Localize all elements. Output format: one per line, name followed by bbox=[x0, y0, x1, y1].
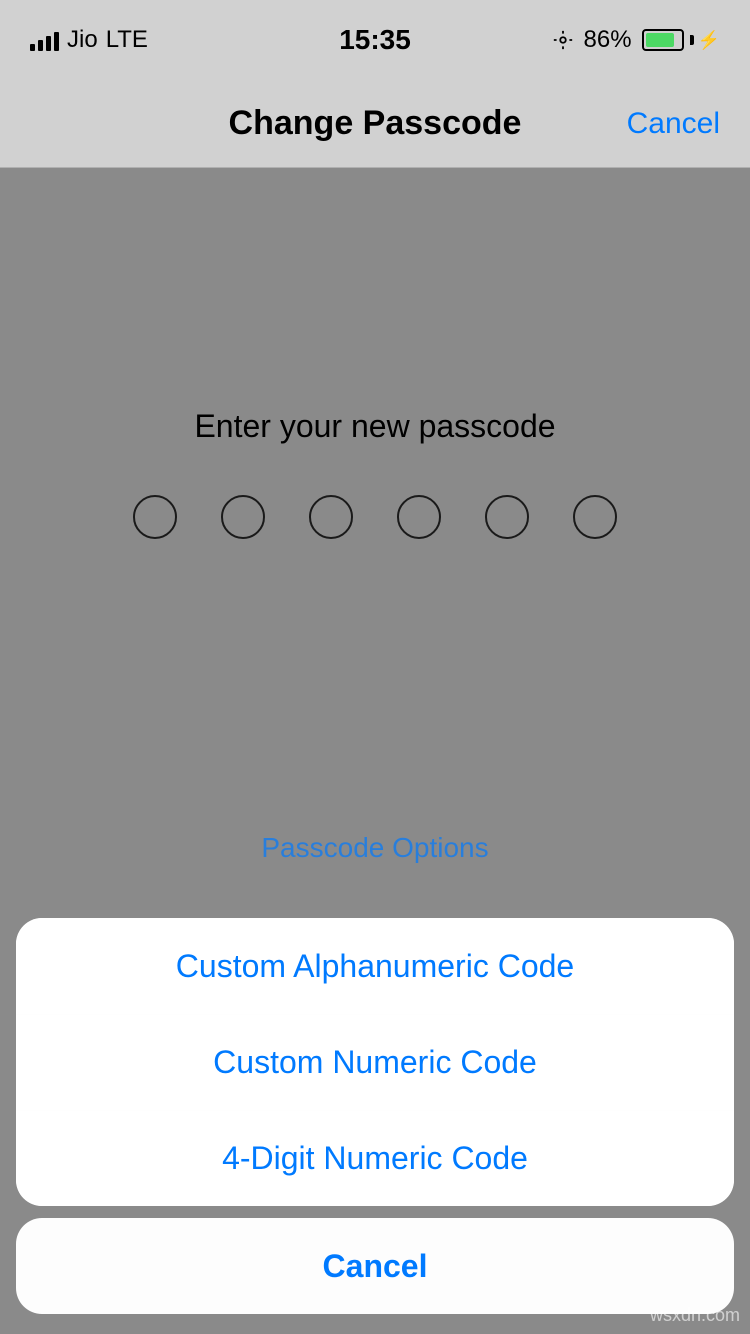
battery-percent: 86% bbox=[584, 26, 632, 54]
carrier-name: Jio bbox=[67, 26, 98, 54]
passcode-dot-4 bbox=[397, 495, 441, 539]
status-right: 86% ⚡ bbox=[552, 26, 720, 54]
nav-cancel-button[interactable]: Cancel bbox=[627, 107, 720, 141]
signal-bar-1 bbox=[30, 44, 35, 51]
passcode-dot-3 bbox=[309, 495, 353, 539]
four-digit-numeric-option[interactable]: 4-Digit Numeric Code bbox=[16, 1110, 734, 1206]
battery-fill bbox=[646, 33, 675, 47]
passcode-dot-2 bbox=[221, 495, 265, 539]
battery-tip bbox=[690, 35, 694, 45]
status-left: Jio LTE bbox=[30, 26, 148, 54]
signal-bar-4 bbox=[54, 32, 59, 51]
passcode-dot-6 bbox=[573, 495, 617, 539]
passcode-options-hint[interactable]: Passcode Options bbox=[261, 832, 488, 864]
passcode-dots bbox=[133, 495, 617, 539]
signal-bars-icon bbox=[30, 29, 59, 51]
location-icon bbox=[552, 29, 574, 51]
passcode-dot-5 bbox=[485, 495, 529, 539]
signal-bar-3 bbox=[46, 36, 51, 51]
action-sheet-cancel-button[interactable]: Cancel bbox=[16, 1218, 734, 1314]
status-bar: Jio LTE 15:35 86% ⚡ bbox=[0, 0, 750, 80]
page-title: Change Passcode bbox=[229, 104, 522, 143]
custom-alphanumeric-option[interactable]: Custom Alphanumeric Code bbox=[16, 918, 734, 1014]
custom-numeric-option[interactable]: Custom Numeric Code bbox=[16, 1014, 734, 1110]
network-type: LTE bbox=[106, 26, 148, 54]
main-content: Enter your new passcode Passcode Options… bbox=[0, 168, 750, 1334]
nav-bar: Change Passcode Cancel bbox=[0, 80, 750, 168]
charging-icon: ⚡ bbox=[698, 30, 720, 51]
action-sheet-overlay: Custom Alphanumeric Code Custom Numeric … bbox=[0, 918, 750, 1334]
battery-icon: ⚡ bbox=[642, 29, 720, 51]
action-sheet-group: Custom Alphanumeric Code Custom Numeric … bbox=[16, 918, 734, 1206]
battery-body bbox=[642, 29, 684, 51]
status-time: 15:35 bbox=[339, 24, 411, 56]
passcode-prompt: Enter your new passcode bbox=[194, 408, 555, 445]
passcode-dot-1 bbox=[133, 495, 177, 539]
signal-bar-2 bbox=[38, 40, 43, 51]
